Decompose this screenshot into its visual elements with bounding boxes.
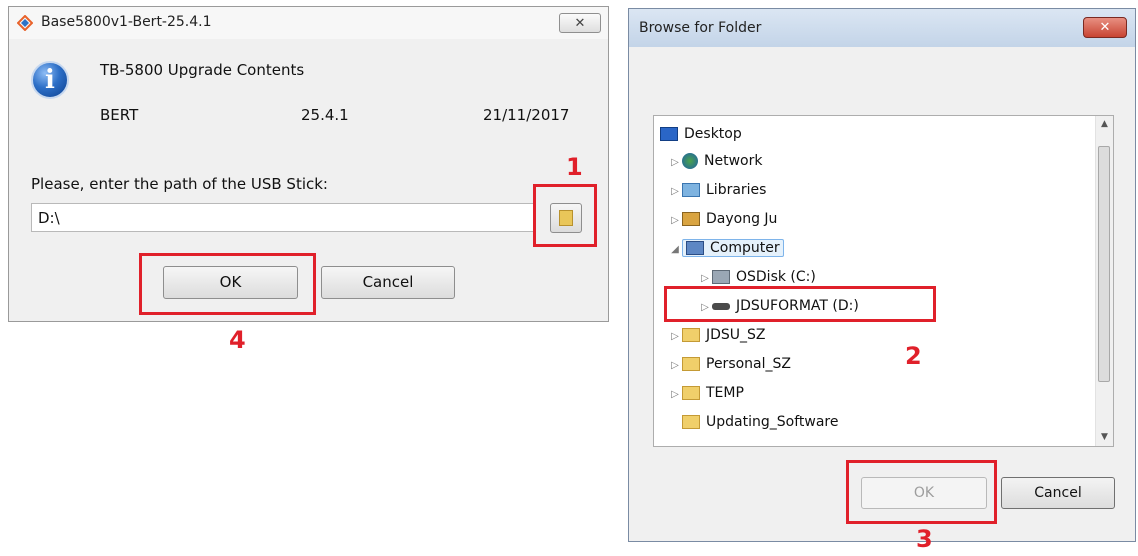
tree-item-updating-software[interactable]: Updating_Software [682, 408, 838, 437]
usb-path-input[interactable] [31, 203, 534, 232]
tree-label: JDSU_SZ [706, 327, 766, 343]
folder-icon [682, 328, 700, 342]
tree-label: Dayong Ju [706, 211, 778, 227]
expand-arrow-icon[interactable]: ▷ [668, 177, 682, 206]
tree-item-desktop[interactable]: Desktop [660, 120, 742, 149]
annotation-step-4: 4 [229, 326, 246, 354]
close-icon: ✕ [1099, 20, 1111, 35]
browse-cancel-button[interactable]: Cancel [1001, 477, 1115, 509]
cancel-button[interactable]: Cancel [321, 266, 455, 299]
annotation-step-2: 2 [905, 342, 922, 370]
tree-item-temp[interactable]: ▷ TEMP [668, 379, 744, 408]
disk-icon [712, 270, 730, 284]
usb-path-prompt: Please, enter the path of the USB Stick: [31, 175, 328, 193]
close-icon: ✕ [574, 16, 586, 31]
annotation-box-3 [846, 460, 997, 524]
annotation-box-1 [533, 184, 597, 247]
app-logo-icon [17, 15, 33, 31]
expand-arrow-icon[interactable]: ▷ [668, 380, 682, 409]
tree-label: Computer [710, 240, 780, 256]
collapse-arrow-icon[interactable]: ◢ [668, 235, 682, 264]
desktop-icon [660, 127, 678, 141]
selected-chip: Computer [682, 239, 784, 257]
upgrade-dialog-title: Base5800v1-Bert-25.4.1 [41, 14, 212, 30]
folder-icon [682, 357, 700, 371]
tree-label: Libraries [706, 182, 767, 198]
folder-icon [682, 415, 700, 429]
module-date: 21/11/2017 [483, 106, 570, 124]
tree-item-network[interactable]: ▷ Network [668, 147, 762, 176]
computer-icon [686, 241, 704, 255]
module-name: BERT [100, 106, 139, 124]
scroll-down-icon[interactable]: ▼ [1096, 429, 1113, 446]
tree-scrollbar[interactable]: ▲ ▼ [1095, 116, 1113, 446]
annotation-box-4 [139, 253, 316, 315]
expand-arrow-icon[interactable]: ▷ [668, 322, 682, 351]
libraries-icon [682, 183, 700, 197]
user-folder-icon [682, 212, 700, 226]
scrollbar-thumb[interactable] [1098, 146, 1110, 382]
tree-label: TEMP [706, 385, 744, 401]
browse-folder-title: Browse for Folder [639, 20, 762, 36]
browse-close-button[interactable]: ✕ [1083, 17, 1127, 38]
tree-label: Updating_Software [706, 414, 839, 430]
network-icon [682, 153, 698, 169]
tree-label: OSDisk (C:) [736, 269, 816, 285]
scroll-up-icon[interactable]: ▲ [1096, 116, 1113, 133]
tree-label: Network [704, 153, 763, 169]
upgrade-dialog-titlebar[interactable]: Base5800v1-Bert-25.4.1 ✕ [9, 7, 608, 39]
tree-item-libraries[interactable]: ▷ Libraries [668, 176, 766, 205]
contents-heading: TB-5800 Upgrade Contents [100, 61, 305, 79]
tree-item-dayong-ju[interactable]: ▷ Dayong Ju [668, 205, 777, 234]
expand-arrow-icon[interactable]: ▷ [668, 148, 682, 177]
annotation-step-3: 3 [916, 525, 933, 553]
tree-item-personal-sz[interactable]: ▷ Personal_SZ [668, 350, 791, 379]
tree-item-computer[interactable]: ◢ Computer [668, 234, 784, 263]
tree-item-jdsu-sz[interactable]: ▷ JDSU_SZ [668, 321, 766, 351]
info-icon: i [31, 61, 69, 99]
expand-arrow-icon[interactable]: ▷ [668, 206, 682, 235]
annotation-box-2 [664, 286, 936, 322]
expand-arrow-icon[interactable]: ▷ [668, 351, 682, 380]
tree-label: Personal_SZ [706, 356, 791, 372]
annotation-step-1: 1 [566, 153, 583, 181]
browse-folder-titlebar[interactable]: Browse for Folder ✕ [629, 9, 1135, 47]
folder-tree[interactable]: Desktop ▷ Network ▷ Libraries ▷ Dayong Ju ◢… [653, 115, 1114, 447]
upgrade-close-button[interactable]: ✕ [559, 13, 601, 33]
module-version: 25.4.1 [301, 106, 349, 124]
tree-label: Desktop [684, 126, 742, 142]
folder-icon [682, 386, 700, 400]
